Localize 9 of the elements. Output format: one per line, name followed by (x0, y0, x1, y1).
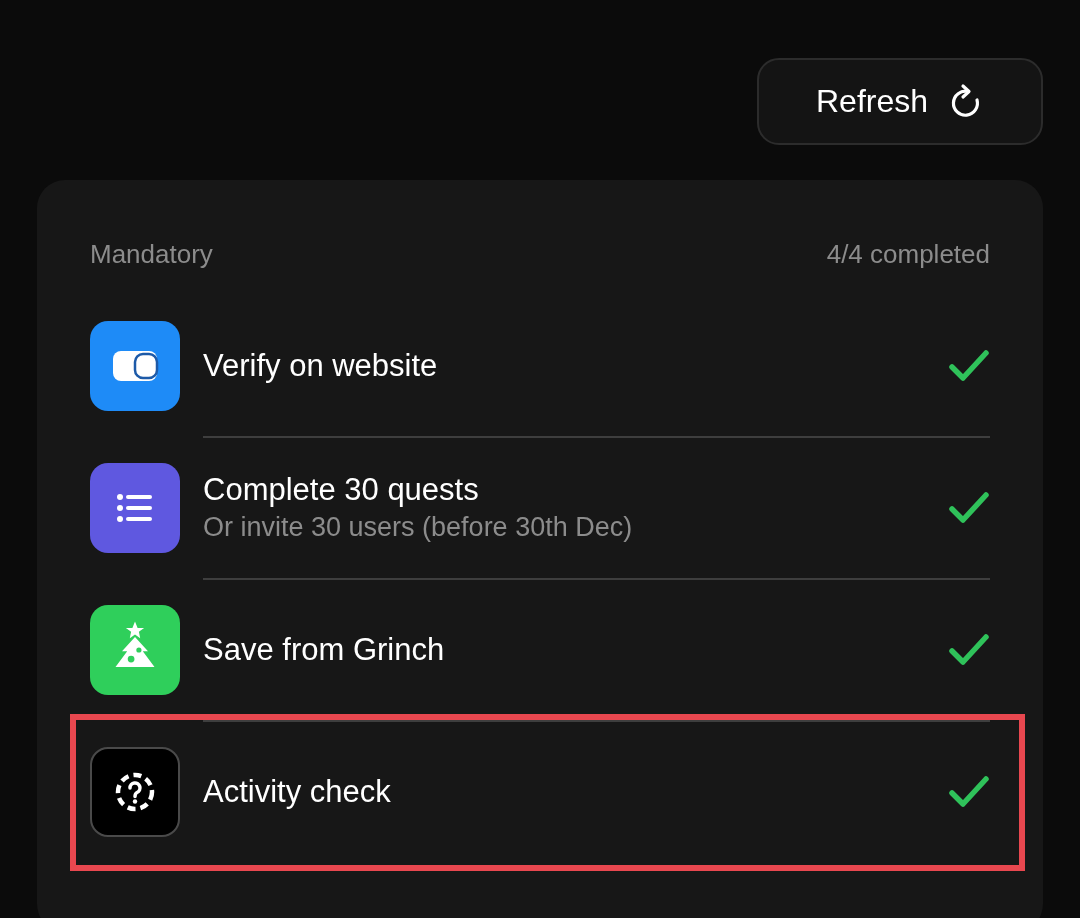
section-title: Mandatory (90, 238, 213, 271)
task-row[interactable]: Activity check (70, 714, 1025, 871)
refresh-button[interactable]: Refresh (757, 58, 1043, 145)
task-title: Verify on website (203, 347, 439, 385)
task-title: Activity check (203, 773, 392, 811)
task-title: Complete 30 quests (203, 471, 480, 509)
task-title: Save from Grinch (203, 631, 446, 669)
progress-count: 4/4 completed (826, 238, 990, 271)
task-subtitle: Or invite 30 users (before 30th Dec) (203, 511, 634, 544)
